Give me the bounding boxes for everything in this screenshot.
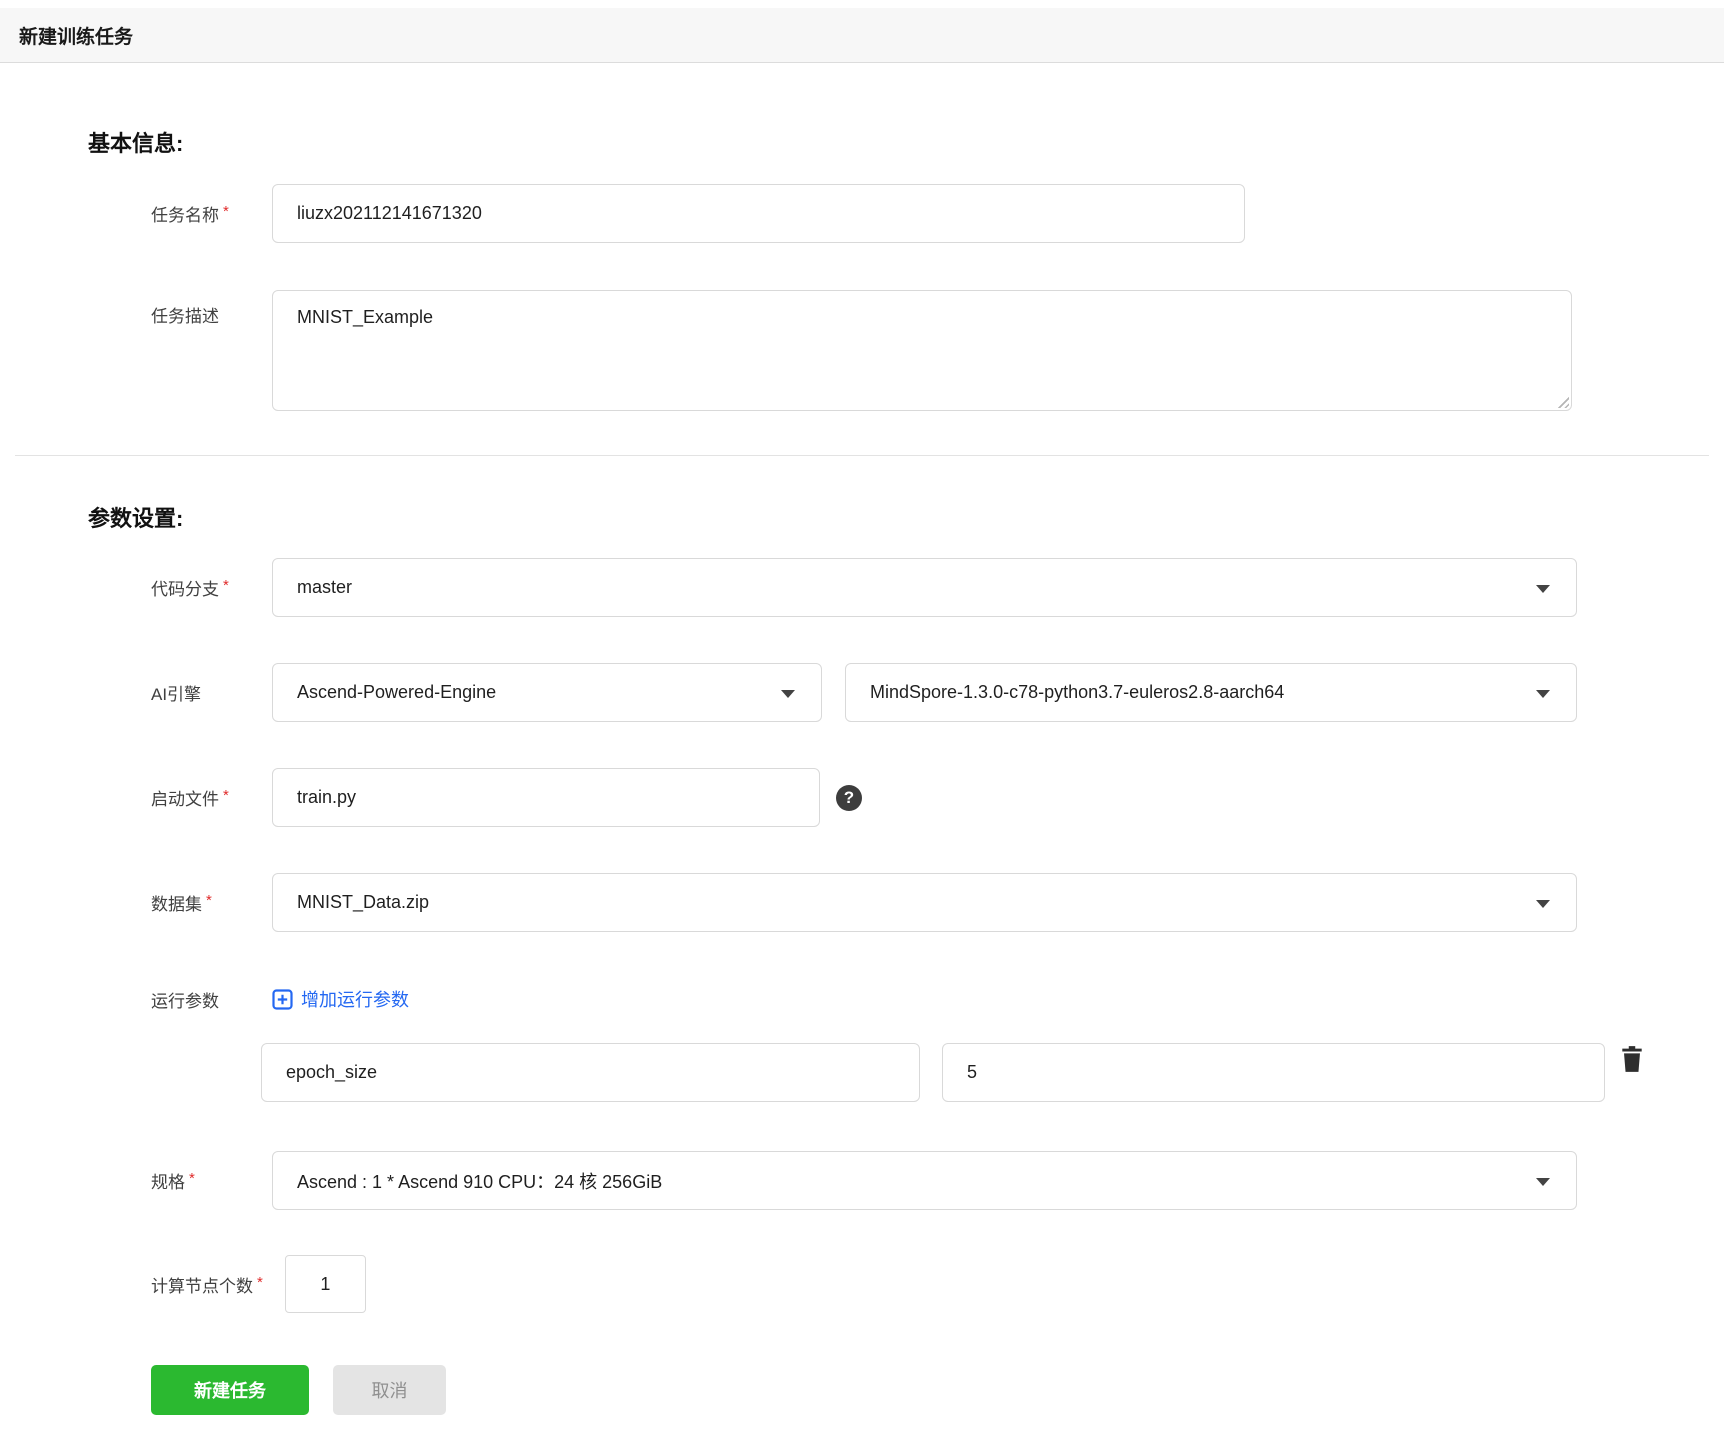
node-count-label: 计算节点个数 [151, 1272, 263, 1297]
add-run-param-link[interactable]: 增加运行参数 [272, 986, 409, 1012]
add-plus-icon [272, 988, 293, 1010]
engine-version-value: MindSpore-1.3.0-c78-python3.7-euleros2.8… [870, 682, 1285, 702]
help-icon[interactable]: ? [836, 784, 862, 811]
task-desc-label: 任务描述 [151, 307, 219, 326]
chevron-down-icon [1536, 689, 1550, 698]
code-branch-label: 代码分支 [151, 575, 272, 600]
task-desc-textarea[interactable]: MNIST_Example [272, 290, 1572, 411]
code-branch-row: 代码分支 master [0, 558, 1724, 617]
trash-icon [1622, 1046, 1642, 1072]
dataset-select[interactable]: MNIST_Data.zip [272, 873, 1577, 932]
task-name-input[interactable] [272, 184, 1245, 243]
delete-param-button[interactable] [1619, 1045, 1647, 1073]
node-count-row: 计算节点个数 [0, 1255, 1724, 1313]
ai-engine-row: AI引擎 Ascend-Powered-Engine MindSpore-1.3… [0, 663, 1724, 722]
cancel-button[interactable]: 取消 [333, 1365, 446, 1415]
ai-engine-value: Ascend-Powered-Engine [297, 682, 497, 702]
dataset-label: 数据集 [151, 890, 272, 915]
chevron-down-icon [1536, 584, 1550, 593]
section-divider [15, 455, 1709, 456]
window-header: 新建训练任务 [0, 8, 1724, 63]
ai-engine-label: AI引擎 [151, 685, 202, 704]
code-branch-value: master [297, 577, 353, 597]
param-settings-heading: 参数设置: [88, 506, 184, 531]
dataset-value: MNIST_Data.zip [297, 892, 430, 912]
run-param-entry [0, 1043, 1724, 1102]
node-count-input[interactable] [284, 1255, 366, 1313]
basic-info-heading: 基本信息: [88, 131, 184, 156]
boot-file-row: 启动文件 ? [0, 768, 1724, 827]
spec-label: 规格 [151, 1168, 272, 1193]
page-title: 新建训练任务 [19, 26, 134, 48]
task-desc-row: 任务描述 MNIST_Example [0, 290, 1724, 411]
engine-version-select[interactable]: MindSpore-1.3.0-c78-python3.7-euleros2.8… [845, 663, 1577, 722]
run-params-label: 运行参数 [151, 991, 219, 1011]
task-name-row: 任务名称 [0, 184, 1724, 243]
task-name-label: 任务名称 [151, 201, 272, 226]
code-branch-select[interactable]: master [272, 558, 1577, 617]
boot-file-input[interactable] [272, 768, 820, 827]
new-task-form: 基本信息: 任务名称 任务描述 MNIST_Example 参数设置: 代码分支… [0, 131, 1724, 1415]
param-value-input[interactable] [942, 1043, 1605, 1102]
chevron-down-icon [1536, 1177, 1550, 1186]
spec-row: 规格 Ascend : 1 * Ascend 910 CPU：24 核 256G… [0, 1151, 1724, 1210]
chevron-down-icon [781, 689, 795, 698]
chevron-down-icon [1536, 899, 1550, 908]
task-desc-wrap: MNIST_Example [272, 290, 1572, 411]
spec-select[interactable]: Ascend : 1 * Ascend 910 CPU：24 核 256GiB [272, 1151, 1577, 1210]
add-run-param-label: 增加运行参数 [301, 990, 409, 1010]
param-name-input[interactable] [261, 1043, 920, 1102]
run-params-row: 运行参数 增加运行参数 [0, 986, 1724, 1012]
create-task-button[interactable]: 新建任务 [151, 1365, 309, 1415]
spec-value: Ascend : 1 * Ascend 910 CPU：24 核 256GiB [297, 1171, 663, 1192]
form-actions: 新建任务 取消 [0, 1365, 1724, 1415]
ai-engine-select[interactable]: Ascend-Powered-Engine [272, 663, 822, 722]
boot-file-label: 启动文件 [151, 785, 272, 810]
dataset-row: 数据集 MNIST_Data.zip [0, 873, 1724, 932]
